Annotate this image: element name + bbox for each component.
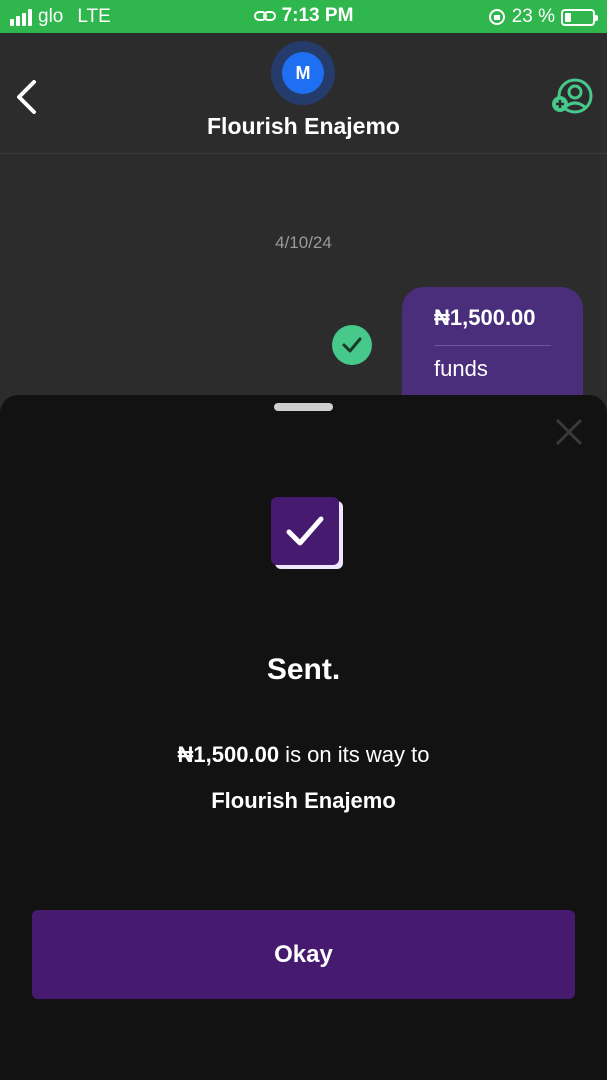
bubble-note: funds bbox=[434, 356, 488, 381]
status-bar: glo LTE 7:13 PM 23 % bbox=[0, 0, 607, 33]
success-check-icon bbox=[271, 497, 343, 569]
chat-header: M Flourish Enajemo bbox=[0, 33, 607, 154]
status-right: 23 % bbox=[488, 6, 598, 28]
okay-button[interactable]: Okay bbox=[32, 910, 575, 999]
delivered-check-icon bbox=[332, 325, 372, 365]
battery-icon bbox=[561, 8, 598, 26]
rotation-lock-icon bbox=[488, 9, 505, 25]
contact-name: Flourish Enajemo bbox=[207, 113, 400, 139]
chevron-left-icon bbox=[17, 80, 36, 114]
battery-percent: 23 % bbox=[511, 6, 555, 27]
chat-date: 4/10/24 bbox=[275, 233, 332, 252]
close-icon bbox=[555, 418, 583, 446]
sheet-message: ₦1,500.00 is on its way to bbox=[0, 742, 607, 768]
sheet-recipient: Flourish Enajemo bbox=[211, 788, 396, 813]
avatar[interactable]: M bbox=[271, 41, 335, 105]
avatar-initial: M bbox=[282, 52, 324, 94]
drag-handle[interactable] bbox=[274, 403, 333, 411]
success-sheet: Sent. ₦1,500.00 is on its way to Flouris… bbox=[0, 395, 607, 1080]
add-user-icon bbox=[552, 78, 593, 114]
sheet-message-suffix: is on its way to bbox=[279, 742, 430, 767]
sheet-amount: ₦1,500.00 bbox=[177, 742, 280, 767]
sheet-title: Sent. bbox=[266, 653, 341, 686]
back-button[interactable] bbox=[8, 77, 44, 117]
bubble-divider bbox=[434, 345, 551, 346]
add-contact-button[interactable] bbox=[551, 77, 593, 119]
bubble-amount: ₦1,500.00 bbox=[434, 305, 536, 330]
link-icon bbox=[253, 11, 276, 21]
close-button[interactable] bbox=[553, 416, 585, 448]
status-time: 7:13 PM bbox=[281, 5, 354, 26]
